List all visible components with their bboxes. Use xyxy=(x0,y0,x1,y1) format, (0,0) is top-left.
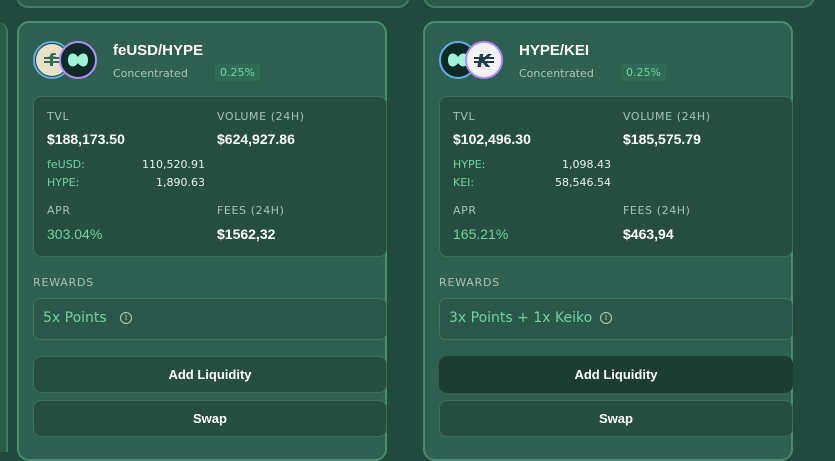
fees-value: $1562,32 xyxy=(217,226,276,242)
pool-card-hype-kei: K HYPE/KEI Concentrated 0.25% TVL $102,4… xyxy=(423,21,793,461)
tvl-value: $188,173.50 xyxy=(47,131,125,147)
pool-type: Concentrated xyxy=(519,67,594,80)
pair-name: HYPE/KEI xyxy=(519,42,590,59)
reserve-amount: 1,098.43 xyxy=(562,158,611,171)
volume-label: VOLUME (24H) xyxy=(623,110,711,123)
pool-header: f feUSD/HYPE Concentrated 0.25% xyxy=(33,41,371,85)
fee-tier-badge: 0.25% xyxy=(621,64,666,81)
previous-card-edge xyxy=(16,0,410,8)
volume-value: $185,575.79 xyxy=(623,131,701,147)
token-pair-icons: K xyxy=(439,41,509,83)
reserve-token-label: feUSD: xyxy=(47,158,85,171)
fees-value: $463,94 xyxy=(623,226,674,242)
previous-card-edge xyxy=(423,0,815,8)
apr-label: APR xyxy=(453,204,477,217)
volume-label: VOLUME (24H) xyxy=(217,110,305,123)
rewards-label: REWARDS xyxy=(33,276,95,289)
tvl-label: TVL xyxy=(47,110,70,123)
info-icon[interactable]: i xyxy=(600,312,612,324)
rewards-label: REWARDS xyxy=(439,276,501,289)
adjacent-card-edge xyxy=(0,22,8,452)
tvl-label: TVL xyxy=(453,110,476,123)
reserve-amount: 110,520.91 xyxy=(142,158,205,171)
swap-button[interactable]: Swap xyxy=(33,400,387,437)
volume-value: $624,927.86 xyxy=(217,131,295,147)
pool-stats-panel: TVL $188,173.50 VOLUME (24H) $624,927.86… xyxy=(33,96,387,257)
apr-value: 303.04% xyxy=(47,226,103,242)
apr-value: 165.21% xyxy=(453,226,509,242)
pool-stats-panel: TVL $102,496.30 VOLUME (24H) $185,575.79… xyxy=(439,96,793,257)
apr-label: APR xyxy=(47,204,71,217)
add-liquidity-button[interactable]: Add Liquidity xyxy=(33,356,387,393)
pair-name: feUSD/HYPE xyxy=(113,42,204,59)
token-pair-icons: f xyxy=(33,41,103,83)
rewards-box: 3x Points + 1x Keiko i xyxy=(439,298,793,340)
swap-button[interactable]: Swap xyxy=(439,400,793,437)
pool-type: Concentrated xyxy=(113,67,188,80)
fee-tier-badge: 0.25% xyxy=(215,64,260,81)
rewards-value: 5x Points xyxy=(43,310,107,326)
fees-label: FEES (24H) xyxy=(623,204,691,217)
tvl-value: $102,496.30 xyxy=(453,131,531,147)
hype-icon xyxy=(59,41,97,79)
reserve-amount: 1,890.63 xyxy=(156,176,205,189)
pool-card-feusd-hype: f feUSD/HYPE Concentrated 0.25% TVL $188… xyxy=(17,21,387,461)
fees-label: FEES (24H) xyxy=(217,204,285,217)
rewards-value: 3x Points + 1x Keiko xyxy=(449,310,593,326)
add-liquidity-button[interactable]: Add Liquidity xyxy=(439,356,793,393)
kei-icon: K xyxy=(465,41,503,79)
reserve-token-label: HYPE: xyxy=(453,158,486,171)
reserve-token-label: KEI: xyxy=(453,176,475,189)
rewards-box: 5x Points i xyxy=(33,298,387,340)
reserve-token-label: HYPE: xyxy=(47,176,80,189)
reserve-amount: 58,546.54 xyxy=(555,176,611,189)
pool-header: K HYPE/KEI Concentrated 0.25% xyxy=(439,41,777,85)
info-icon[interactable]: i xyxy=(120,312,132,324)
